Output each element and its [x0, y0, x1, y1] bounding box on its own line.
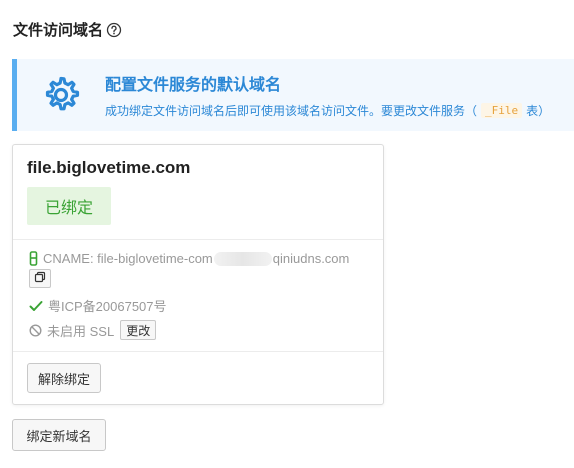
cname-row: CNAME: file-biglovetime-com qiniudns.com [29, 251, 349, 266]
copy-icon [34, 270, 46, 288]
section-title-text: 文件访问域名 [13, 22, 104, 39]
divider [13, 351, 383, 352]
ssl-text: 未启用 SSL [47, 323, 115, 339]
banner-description: 成功绑定文件访问域名后即可使用该域名访问文件。要更改文件服务（ _File 表） [105, 102, 550, 119]
help-icon[interactable] [106, 22, 122, 38]
copy-button[interactable] [29, 269, 51, 288]
banner-desc-prefix: 成功绑定文件访问域名后即可使用该域名访问文件。要更改文件服务（ [105, 104, 478, 118]
lock-icon [29, 251, 38, 266]
icp-row: 粤ICP备20067507号 [29, 296, 167, 315]
divider [13, 239, 383, 240]
unbind-button[interactable]: 解除绑定 [27, 363, 101, 393]
ssl-row: 未启用 SSL 更改 [29, 320, 157, 340]
section-title: 文件访问域名 [13, 19, 122, 40]
domain-name: file.biglovetime.com [27, 158, 191, 177]
banner-desc-suffix: 表） [526, 104, 551, 118]
check-icon [29, 300, 43, 312]
disabled-icon [29, 323, 42, 337]
ssl-change-button[interactable]: 更改 [120, 320, 157, 340]
bind-new-domain-button[interactable]: 绑定新域名 [12, 419, 106, 451]
cname-suffix: qiniudns.com [272, 251, 350, 266]
banner-title: 配置文件服务的默认域名 [105, 77, 282, 94]
redacted-blur [213, 251, 272, 266]
status-badge: 已绑定 [27, 187, 111, 225]
icp-text: 粤ICP备20067507号 [48, 299, 167, 314]
info-banner: 配置文件服务的默认域名 成功绑定文件访问域名后即可使用该域名访问文件。要更改文件… [12, 59, 574, 131]
gear-icon [41, 75, 81, 115]
cname-prefix: CNAME: file-biglovetime-com [43, 251, 213, 266]
domain-card: file.biglovetime.com 已绑定 CNAME: file-big… [12, 144, 384, 405]
file-table-code: _File [481, 103, 523, 118]
